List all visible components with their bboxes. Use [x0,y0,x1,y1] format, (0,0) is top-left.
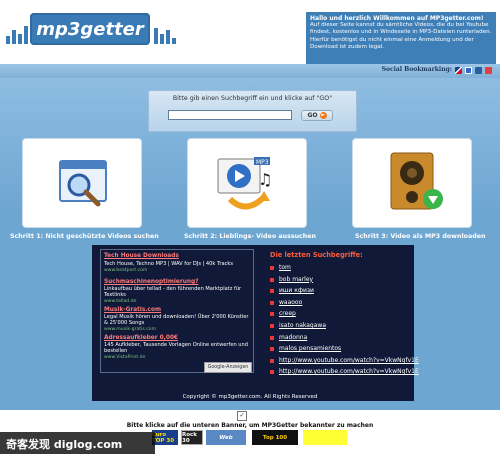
checkbox-icon[interactable]: ✓ [237,411,247,421]
step-2-card[interactable]: MP3 ♫ [187,138,307,228]
step-2-label: Schritt 2: Lieblings- Video aussuchen [184,233,317,240]
bullet-icon [270,347,274,352]
recent-search-link[interactable]: waaooo [279,299,302,306]
step-1-card[interactable] [22,138,142,228]
banner-note: Bitte klicke auf die unteren Banner, um … [126,422,374,429]
social-bookmarking-label: Social Bookmarking: [381,66,452,73]
bullet-icon [270,370,274,375]
search-prompt: Bitte gib einen Suchbegriff ein und klic… [172,95,333,102]
speaker-download-icon [390,152,443,210]
social-bar: Social Bookmarking: [0,64,500,78]
ad-description: 145 Aufkleber, Tausende Vorlagen Online … [104,342,248,355]
recent-search-link[interactable]: madonna [279,334,307,341]
ad-url[interactable]: www.musik-gratis.com [104,327,156,332]
recent-search-link[interactable]: isato nakagawa [279,322,326,329]
search-input[interactable] [168,110,292,120]
recent-search-link[interactable]: http://www.youtube.com/watch?v=VkwNqfv1E [279,368,419,375]
recent-search-link[interactable]: tom [279,264,291,271]
bullet-icon [270,312,274,317]
banner-yellow[interactable] [303,430,347,445]
bullet-icon [270,289,274,294]
welcome-title: Hallo und herzlich Willkommen auf MP3get… [310,15,484,22]
bullet-icon [270,277,274,282]
copyright: Copyright © mp3getter.com. All Rights Re… [182,394,318,400]
search-panel: Bitte gib einen Suchbegriff ein und klic… [148,90,357,132]
ad-title[interactable]: Tech House Downloads [104,253,179,259]
recent-search-link[interactable]: иши кфизи [279,287,314,294]
go-button[interactable]: GO ► [301,110,333,121]
bookmark-icon[interactable] [475,67,482,74]
bullet-icon [270,266,274,270]
banner-euro-top[interactable]: Euro TOP 30 [152,430,178,445]
ad-description: Legal Musik hören und downloaden! Über 2… [104,314,249,327]
ad-title[interactable]: Musik-Gratis.com [104,307,161,313]
recent-search-link[interactable]: http://www.youtube.com/watch?v=VkwNqfv1E [279,357,419,364]
step-1-label: Schritt 1: Nicht geschützte Videos suche… [10,233,159,240]
bullet-icon [270,358,274,363]
ad-title[interactable]: Adressaufkleber 0,00€ [104,335,178,341]
delicious-icon[interactable] [465,67,472,74]
banner-web[interactable]: Web [206,430,246,445]
recent-search-link[interactable]: bob marley [279,276,313,283]
welcome-box: Hallo und herzlich Willkommen auf MP3get… [306,12,496,64]
bullet-icon [270,324,274,328]
bullet-icon [270,300,274,305]
flag-uk-icon[interactable] [455,67,462,74]
media-music-icon: MP3 ♫ [217,157,272,210]
ad-description: Linkaufbau über tellad - den führenden M… [104,286,242,299]
site-logo[interactable]: mp3getter [30,13,150,45]
watermark-text: 奇客发现 diglog.com [6,438,123,451]
ad-url[interactable]: www.VistaPrint.de [104,355,145,360]
recent-search-link[interactable]: malos pensamientos [279,345,341,352]
star-icon[interactable] [485,67,492,74]
logo-text: mp3getter [36,18,144,40]
go-label: GO [307,112,318,119]
bullet-icon [270,335,274,340]
recent-searches-title: Die letzten Suchbegriffe: [270,251,363,259]
ad-description: Tech House, Techno MP3 | WAV for DJs | 4… [104,261,233,267]
banner-rock[interactable]: Rock 30 [181,430,203,445]
magnifier-window-icon [59,160,107,207]
recent-search-link[interactable]: creep [279,310,296,317]
ad-url[interactable]: www.tellad.de [104,299,136,304]
google-ads-badge[interactable]: Google-Anzeigen [204,362,252,373]
logo-equalizer-right [154,20,178,44]
ad-title[interactable]: Suchmaschinenoptimierung? [104,279,198,285]
step-3-card[interactable] [352,138,472,228]
welcome-body: Auf dieser Seite kannst du sämtliche Vid… [310,22,492,50]
svg-text:MP3: MP3 [256,159,269,166]
step-3-label: Schritt 3: Video als MP3 downloaden [355,233,486,240]
svg-text:♫: ♫ [258,170,272,189]
ad-url[interactable]: www.beatport.com [104,268,147,273]
banner-top-100[interactable]: Top 100 [252,430,298,445]
arrow-right-icon: ► [319,112,327,119]
